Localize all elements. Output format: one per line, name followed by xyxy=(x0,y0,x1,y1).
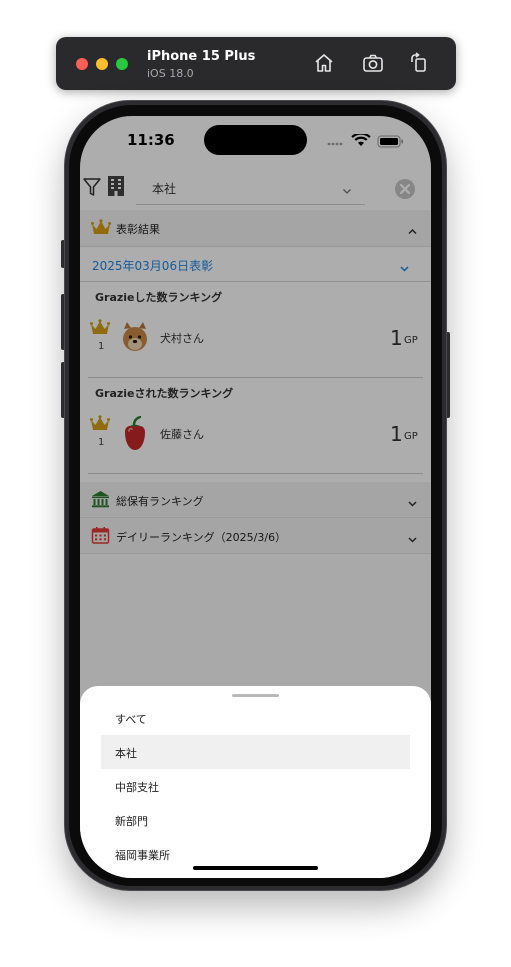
branch-option-head-office[interactable]: 本社 xyxy=(101,735,410,769)
branch-option-label: すべて xyxy=(115,713,147,726)
branch-option-all[interactable]: すべて xyxy=(101,701,410,735)
sheet-grabber[interactable] xyxy=(232,694,279,697)
simulator-toolbar: iPhone 15 Plus iOS 18.0 xyxy=(56,37,456,90)
simulator-device-name: iPhone 15 Plus xyxy=(147,49,256,64)
minimize-window-button[interactable] xyxy=(96,58,108,70)
zoom-window-button[interactable] xyxy=(116,58,128,70)
branch-option-label: 本社 xyxy=(115,747,137,760)
device-screen: 11:36 本社 表彰結果 2025年03月06日表彰 Grazieした数ランキ… xyxy=(80,116,431,878)
branch-option-label: 新部門 xyxy=(115,815,148,828)
rotate-icon[interactable] xyxy=(408,52,430,74)
home-indicator[interactable] xyxy=(193,866,318,870)
branch-option-label: 福岡事業所 xyxy=(115,849,170,862)
branch-option-new-division[interactable]: 新部門 xyxy=(101,803,410,837)
branch-option-label: 中部支社 xyxy=(115,781,159,794)
branch-picker-sheet: すべて 本社 中部支社 新部門 福岡事業所 xyxy=(80,686,431,878)
close-window-button[interactable] xyxy=(76,58,88,70)
screenshot-camera-icon[interactable] xyxy=(362,52,384,74)
simulator-os-version: iOS 18.0 xyxy=(147,67,194,80)
home-icon[interactable] xyxy=(313,52,335,74)
branch-option-chubu[interactable]: 中部支社 xyxy=(101,769,410,803)
